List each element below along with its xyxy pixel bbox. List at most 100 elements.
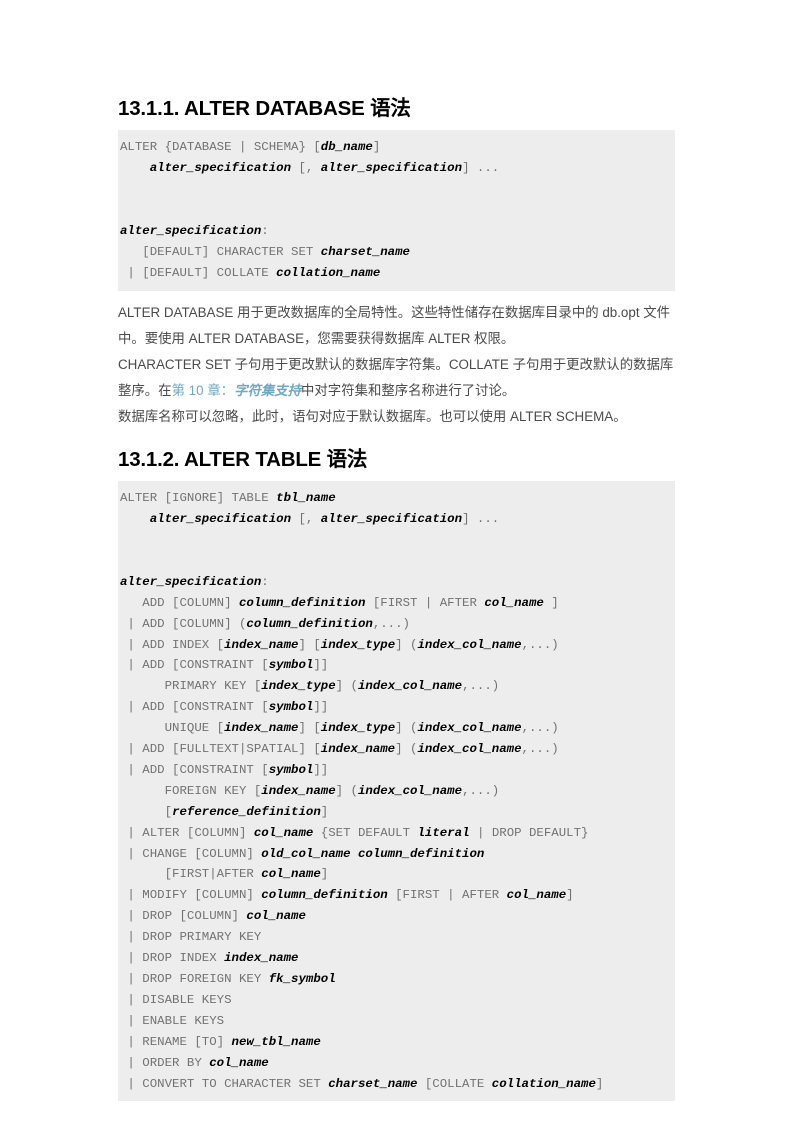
paragraph-text: ALTER DATABASE 用于更改数据库的全局特性。这些特性储存在数据库目录… <box>118 304 671 346</box>
code-literal: ,...) <box>521 721 559 736</box>
cross-reference-link[interactable]: 字符集支持 <box>234 383 301 398</box>
code-line: UNIQUE [index_name] [index_type] (index_… <box>118 718 675 739</box>
code-literal: | RENAME [TO] <box>120 1034 232 1049</box>
code-literal: ] ( <box>395 742 418 757</box>
code-placeholder: index_name <box>261 783 336 798</box>
code-line: ADD [COLUMN] column_definition [FIRST | … <box>118 593 675 614</box>
code-placeholder: charset_name <box>328 1076 418 1091</box>
code-line: | DROP INDEX index_name <box>118 948 675 969</box>
code-line: | DISABLE KEYS <box>118 990 675 1011</box>
code-literal: | DROP FOREIGN KEY <box>120 972 269 986</box>
code-literal: ] [ <box>298 637 321 652</box>
code-literal: [FIRST | AFTER <box>365 595 485 610</box>
code-placeholder: index_name <box>224 637 299 652</box>
code-placeholder: col_name <box>506 888 567 903</box>
code-line: | ADD [CONSTRAINT [symbol]] <box>118 697 675 718</box>
code-literal: ] <box>543 595 559 610</box>
code-placeholder: column_definition <box>238 595 366 610</box>
code-line: | MODIFY [COLUMN] column_definition [FIR… <box>118 885 675 906</box>
code-literal: | ADD [CONSTRAINT [ <box>120 700 269 715</box>
code-literal: | ADD [FULLTEXT|SPATIAL] [ <box>120 742 321 757</box>
code-placeholder: index_type <box>320 637 396 652</box>
code-placeholder: index_col_name <box>357 679 463 694</box>
code-literal <box>120 512 150 526</box>
code-literal: ] [ <box>298 721 321 736</box>
code-literal: | DROP PRIMARY KEY <box>120 930 262 945</box>
code-line: alter_specification [, alter_specificati… <box>118 509 675 530</box>
code-literal: [DEFAULT] CHARACTER SET <box>120 244 321 259</box>
paragraph-text: 数据库名称可以忽略，此时，语句对应于默认数据库。也可以使用 ALTER SCHE… <box>118 408 627 424</box>
body-paragraph: ALTER DATABASE 用于更改数据库的全局特性。这些特性储存在数据库目录… <box>118 300 675 352</box>
page-content: 13.1.1. ALTER DATABASE 语法 ALTER {DATABAS… <box>118 96 675 1106</box>
code-line: | CONVERT TO CHARACTER SET charset_name … <box>118 1074 675 1095</box>
code-line: alter_specification: <box>118 572 675 593</box>
body-paragraph: CHARACTER SET 子句用于更改默认的数据库字符集。COLLATE 子句… <box>118 352 675 404</box>
code-placeholder: col_name <box>261 867 321 882</box>
code-line: | [DEFAULT] COLLATE collation_name <box>118 263 675 284</box>
code-placeholder: symbol <box>268 700 314 715</box>
code-literal: ] <box>320 804 329 819</box>
code-literal: ]] <box>313 700 329 715</box>
cross-reference-link[interactable]: 第 10 章： <box>172 383 235 398</box>
code-literal: | ENABLE KEYS <box>120 1013 225 1028</box>
code-literal: ,...) <box>462 783 500 798</box>
code-line: | DROP FOREIGN KEY fk_symbol <box>118 969 675 990</box>
code-placeholder: alter_specification <box>320 161 463 176</box>
code-placeholder: symbol <box>268 658 314 673</box>
code-line: [DEFAULT] CHARACTER SET charset_name <box>118 242 675 263</box>
section-heading-13-1-1: 13.1.1. ALTER DATABASE 语法 <box>118 97 411 120</box>
code-literal: | DISABLE KEYS <box>120 992 232 1007</box>
code-literal: ] <box>320 867 329 882</box>
code-literal: ] <box>372 140 381 155</box>
code-literal: [FIRST | AFTER <box>387 888 507 903</box>
code-literal: | ADD [CONSTRAINT [ <box>120 658 269 673</box>
code-line: FOREIGN KEY [index_name] (index_col_name… <box>118 781 675 802</box>
code-literal: ] ( <box>395 637 418 652</box>
code-line: PRIMARY KEY [index_type] (index_col_name… <box>118 676 675 697</box>
code-placeholder: alter_specification <box>149 512 292 527</box>
code-placeholder: index_name <box>320 742 396 757</box>
code-literal: : <box>261 574 269 589</box>
code-placeholder: index_col_name <box>417 721 522 736</box>
code-placeholder: alter_specification <box>120 224 262 239</box>
code-placeholder: literal <box>417 825 470 840</box>
code-placeholder: alter_specification <box>149 161 292 176</box>
code-literal: ] <box>566 888 574 903</box>
paragraph-text: 中对字符集和整序名称进行了讨论。 <box>301 382 516 398</box>
code-literal: | DROP [COLUMN] <box>120 909 247 924</box>
code-line: alter_specification [, alter_specificati… <box>118 158 675 179</box>
code-placeholder: index_type <box>261 679 336 694</box>
code-literal: ] ( <box>395 721 418 736</box>
code-literal: ] ... <box>462 161 500 176</box>
code-line: alter_specification: <box>118 221 675 242</box>
code-placeholder: index_type <box>320 721 396 736</box>
code-placeholder: new_tbl_name <box>231 1034 321 1049</box>
code-literal: ,...) <box>521 637 559 652</box>
code-placeholder: symbol <box>268 762 314 777</box>
code-literal: | ADD [CONSTRAINT [ <box>120 762 269 777</box>
section-heading-13-1-2: 13.1.2. ALTER TABLE 语法 <box>118 447 368 471</box>
code-literal: ,...) <box>521 742 559 757</box>
code-placeholder: index_col_name <box>417 742 522 757</box>
code-literal: [COLLATE <box>417 1076 492 1091</box>
code-placeholder: reference_definition <box>172 804 321 819</box>
code-block-alter-table-syntax: ALTER [IGNORE] TABLE tbl_name alter_spec… <box>118 481 675 1102</box>
section-13-1-1-paragraphs: ALTER DATABASE 用于更改数据库的全局特性。这些特性储存在数据库目录… <box>118 300 675 430</box>
code-literal: ALTER {DATABASE | SCHEMA} [ <box>120 140 321 155</box>
code-literal: | ADD INDEX [ <box>120 637 225 652</box>
code-literal: ] ( <box>335 679 358 694</box>
code-placeholder: alter_specification <box>320 512 463 527</box>
code-placeholder: col_name <box>484 595 544 610</box>
code-line: [reference_definition] <box>118 802 675 823</box>
code-literal: ADD [COLUMN] <box>120 595 239 610</box>
code-literal: {SET DEFAULT <box>313 825 418 840</box>
code-placeholder: collation_name <box>491 1076 596 1091</box>
code-literal: ALTER [IGNORE] TABLE <box>120 491 277 506</box>
document-page: 13.1.1. ALTER DATABASE 语法 ALTER {DATABAS… <box>0 0 793 1122</box>
code-line: | ADD [CONSTRAINT [symbol]] <box>118 760 675 781</box>
code-literal: | ALTER [COLUMN] <box>120 825 254 840</box>
code-placeholder: index_col_name <box>417 637 522 652</box>
